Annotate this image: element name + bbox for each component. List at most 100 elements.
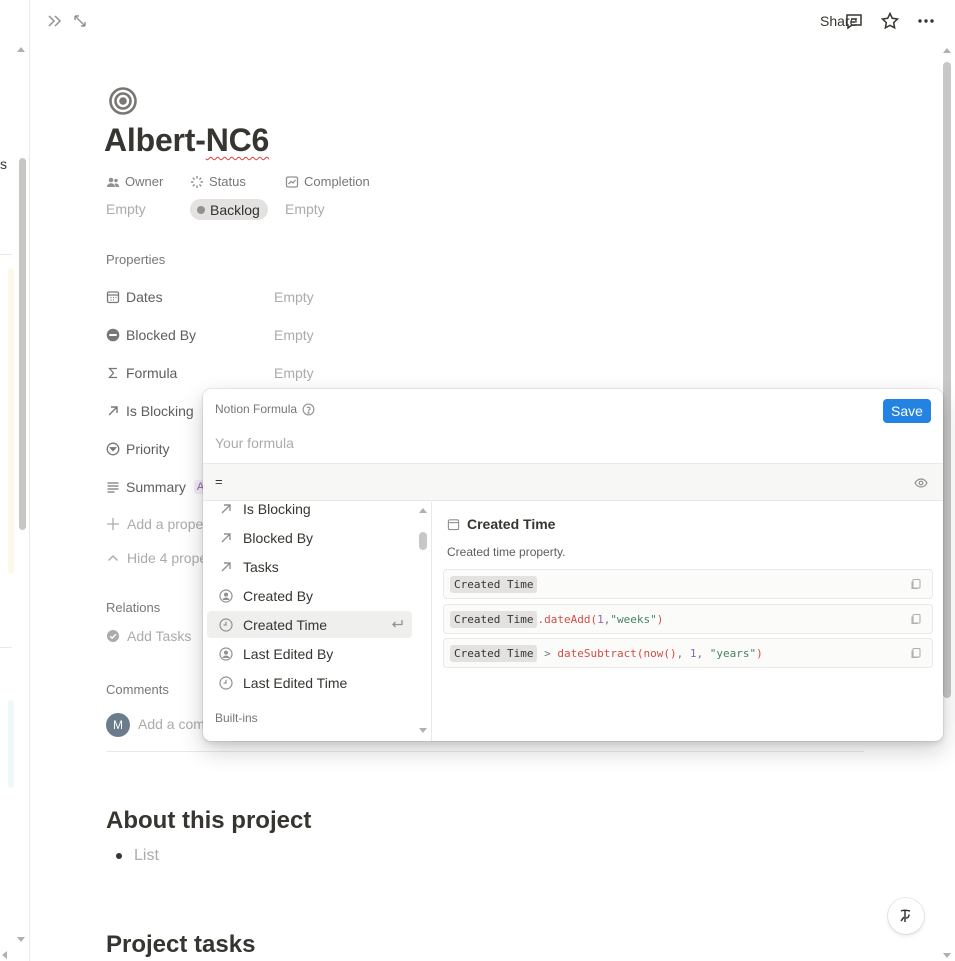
property-value[interactable]: Empty (274, 365, 314, 381)
list-scroll-down-arrow[interactable] (419, 728, 427, 733)
list-item-selected[interactable]: Created Time (207, 611, 412, 638)
status-dot (197, 205, 205, 214)
completion-label: Completion (304, 174, 370, 189)
list-item[interactable]: Created By (207, 582, 412, 609)
list-placeholder[interactable]: List (134, 847, 159, 865)
status-badge[interactable]: Backlog (190, 199, 268, 220)
hide-properties-label: Hide 4 prope (127, 550, 208, 566)
owner-value[interactable]: Empty (106, 201, 146, 217)
code-function: .dateAdd( (537, 612, 598, 626)
about-heading[interactable]: About this project (106, 807, 311, 835)
project-tasks-heading[interactable]: Project tasks (106, 931, 255, 959)
more-icon[interactable] (916, 11, 936, 31)
formula-result-bar: = (203, 463, 943, 501)
property-name: Blocked By (126, 327, 197, 343)
property-name: Dates (126, 289, 163, 305)
page-title[interactable]: Albert-NC6 (104, 122, 269, 159)
list-item[interactable]: Blocked By (207, 524, 412, 551)
owner-label: Owner (125, 174, 164, 189)
sidebar-divider (0, 254, 12, 255)
list-scroll-up-arrow[interactable] (419, 508, 427, 513)
example-snippet[interactable]: Created Time .dateAdd(1, "weeks") (443, 604, 933, 634)
example-snippet[interactable]: Created Time > dateSubtract(now(), 1, "y… (443, 638, 933, 668)
status-property-header[interactable]: Status (190, 174, 246, 189)
list-group-header: Built-ins (215, 711, 258, 725)
add-tasks-button[interactable]: Add Tasks (106, 628, 191, 644)
check-circle-icon (107, 630, 119, 642)
main-scroll-down-arrow[interactable] (943, 953, 951, 958)
sidebar-scrollbar[interactable] (19, 158, 26, 530)
property-row-blocked-by[interactable]: Blocked By Empty (106, 322, 706, 348)
select-icon (106, 442, 120, 456)
horizontal-scroll-left-arrow[interactable] (2, 951, 7, 959)
help-button[interactable] (888, 898, 924, 934)
clock-icon (219, 617, 233, 632)
completion-value[interactable]: Empty (285, 201, 325, 217)
list-scrollbar[interactable] (419, 532, 427, 550)
owner-property-header[interactable]: Owner (106, 174, 163, 189)
property-chip: Created Time (450, 610, 538, 628)
list-item[interactable]: Last Edited By (207, 640, 412, 667)
comments-header: Comments (106, 682, 169, 697)
example-snippet[interactable]: Created Time (443, 569, 933, 599)
sidebar-strip: s (0, 0, 30, 961)
property-row-formula[interactable]: Formula Empty (106, 360, 706, 386)
list-item[interactable]: Last Edited Time (207, 669, 412, 696)
text-lines-icon (107, 482, 119, 493)
code-operator: > (537, 646, 558, 660)
chevron-up-icon (108, 555, 118, 561)
detail-title: Created Time (447, 516, 555, 532)
add-property-button[interactable]: Add a prope (106, 516, 203, 532)
status-value: Backlog (210, 201, 260, 218)
sidebar-divider (0, 647, 12, 648)
comment-input[interactable]: Add a com (138, 716, 205, 732)
code-string: "weeks" (610, 612, 657, 626)
clock-icon (219, 675, 233, 690)
sidebar-highlight (8, 268, 14, 574)
properties-header: Properties (106, 252, 166, 267)
page-title-text-misspelled: NC6 (205, 122, 270, 158)
plus-icon (107, 518, 119, 530)
property-chip: Created Time (450, 575, 538, 593)
people-icon (107, 177, 119, 187)
status-spinner-icon (191, 175, 203, 188)
page-title-text: Albert- (104, 122, 206, 158)
sidebar-scroll-up-arrow[interactable] (17, 47, 25, 52)
copy-icon[interactable] (910, 647, 922, 659)
property-value[interactable]: Empty (274, 327, 314, 343)
main-scroll-up-arrow[interactable] (943, 48, 951, 53)
bullet-dot (116, 853, 122, 859)
code-separator: , (696, 646, 710, 660)
help-circle-icon[interactable] (302, 403, 315, 416)
list-item[interactable]: Tasks (207, 553, 412, 580)
copy-icon[interactable] (910, 613, 922, 625)
result-prefix: = (215, 474, 223, 489)
sidebar-highlight (8, 700, 14, 788)
code-function: dateSubtract( (557, 646, 644, 660)
top-bar: Share (30, 0, 955, 44)
formula-suggestion-list: Is Blocking Blocked By Tasks Created By … (203, 502, 432, 741)
save-button[interactable]: Save (883, 399, 931, 423)
code-number: 1 (597, 612, 604, 626)
eye-icon[interactable] (914, 476, 928, 490)
star-icon[interactable] (880, 11, 900, 31)
formula-input[interactable]: Your formula (215, 435, 294, 451)
property-value[interactable]: Empty (274, 289, 314, 305)
hide-properties-button[interactable]: Hide 4 prope (106, 550, 207, 566)
main-scrollbar[interactable] (943, 62, 951, 698)
property-row-dates[interactable]: Dates Empty (106, 284, 706, 310)
completion-property-header[interactable]: Completion (285, 174, 370, 189)
comment-icon[interactable] (844, 11, 864, 31)
code-paren: ) (656, 612, 664, 626)
target-icon[interactable] (107, 85, 139, 117)
sidebar-expand-icon[interactable] (45, 11, 65, 31)
sidebar-scroll-down-arrow[interactable] (17, 937, 25, 942)
detail-title-text: Created Time (467, 516, 556, 532)
open-full-page-icon[interactable] (70, 11, 90, 31)
blocked-icon (106, 328, 120, 342)
code-separator: , (603, 612, 611, 626)
property-chip: Created Time (450, 644, 538, 662)
property-name: Is Blocking (126, 403, 194, 419)
list-item[interactable]: Is Blocking (207, 502, 412, 522)
copy-icon[interactable] (910, 578, 922, 590)
